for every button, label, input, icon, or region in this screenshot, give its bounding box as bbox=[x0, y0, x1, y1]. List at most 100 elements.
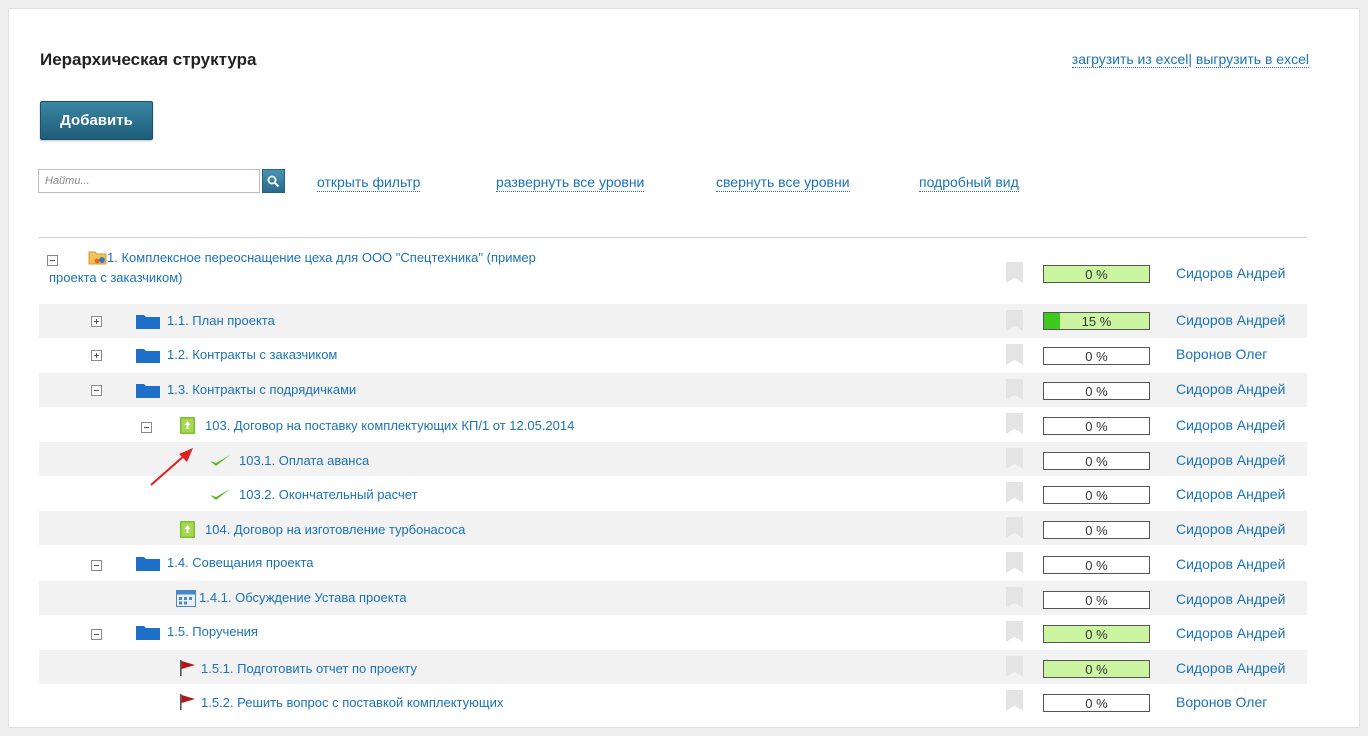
owner-link[interactable]: Воронов Олег bbox=[1176, 346, 1267, 362]
load-from-excel-link[interactable]: загрузить из excel bbox=[1071, 51, 1189, 68]
tree-row-label[interactable]: 1.3. Контракты с подрядичками bbox=[167, 381, 356, 398]
tree-row-label[interactable]: 1. Комплексное переоснащение цеха для ОО… bbox=[107, 249, 536, 266]
bookmark-icon[interactable] bbox=[1006, 262, 1023, 283]
search-box bbox=[38, 169, 285, 195]
tree-row[interactable]: 1.5. Поручения 0 % Сидоров Андрей bbox=[39, 615, 1307, 649]
owner-link[interactable]: Сидоров Андрей bbox=[1176, 591, 1285, 607]
collapse-toggle[interactable] bbox=[47, 255, 58, 266]
tree-row[interactable]: 1.3. Контракты с подрядичками 0 % Сидоро… bbox=[39, 373, 1307, 407]
tree-row-label[interactable]: 1.4. Совещания проекта bbox=[167, 554, 314, 571]
link-separator: | bbox=[1188, 51, 1193, 67]
progress-bar: 0 % bbox=[1043, 486, 1150, 504]
search-button[interactable] bbox=[262, 169, 285, 193]
tree-row[interactable]: 103.2. Окончательный расчет 0 % Сидоров … bbox=[39, 476, 1307, 510]
flag-icon bbox=[180, 694, 195, 710]
collapse-toggle[interactable] bbox=[91, 385, 102, 396]
tree-row[interactable]: 1. Комплексное переоснащение цеха для ОО… bbox=[39, 241, 1307, 299]
collapse-toggle[interactable] bbox=[141, 422, 152, 433]
owner-link[interactable]: Сидоров Андрей bbox=[1176, 312, 1285, 328]
tree-row-label[interactable]: 103. Договор на поставку комплектующих К… bbox=[205, 417, 574, 434]
tree-row-label[interactable]: 1.4.1. Обсуждение Устава проекта bbox=[199, 589, 407, 606]
owner-link[interactable]: Сидоров Андрей bbox=[1176, 556, 1285, 572]
owner-link[interactable]: Сидоров Андрей bbox=[1176, 265, 1285, 281]
progress-text: 0 % bbox=[1085, 523, 1108, 538]
progress-bar: 0 % bbox=[1043, 660, 1150, 678]
tree-row-label[interactable]: 103.2. Окончательный расчет bbox=[239, 486, 418, 503]
bookmark-icon[interactable] bbox=[1006, 656, 1023, 677]
folder-icon bbox=[136, 384, 160, 398]
progress-bar: 0 % bbox=[1043, 382, 1150, 400]
bookmark-icon[interactable] bbox=[1006, 448, 1023, 469]
folder-icon bbox=[136, 626, 160, 640]
progress-text: 0 % bbox=[1085, 627, 1108, 642]
expand-toggle[interactable] bbox=[91, 316, 102, 327]
progress-bar: 15 % bbox=[1043, 312, 1150, 330]
progress-bar: 0 % bbox=[1043, 625, 1150, 643]
tree-row[interactable]: 1.5.2. Решить вопрос с поставкой комплек… bbox=[39, 684, 1307, 718]
bookmark-icon[interactable] bbox=[1006, 344, 1023, 365]
annotation-arrow-icon bbox=[150, 448, 193, 486]
owner-link[interactable]: Сидоров Андрей bbox=[1176, 625, 1285, 641]
progress-bar: 0 % bbox=[1043, 265, 1150, 283]
progress-text: 0 % bbox=[1085, 488, 1108, 503]
tree-row-label-continued[interactable]: проекта с заказчиком) bbox=[49, 269, 182, 286]
flag-icon bbox=[180, 660, 195, 676]
tree-row[interactable]: 1.4.1. Обсуждение Устава проекта 0 % Сид… bbox=[39, 581, 1307, 615]
progress-text: 0 % bbox=[1085, 454, 1108, 469]
progress-bar: 0 % bbox=[1043, 591, 1150, 609]
bookmark-icon[interactable] bbox=[1006, 517, 1023, 538]
contract-icon bbox=[180, 521, 195, 538]
bookmark-icon[interactable] bbox=[1006, 621, 1023, 642]
owner-link[interactable]: Сидоров Андрей bbox=[1176, 486, 1285, 502]
search-input[interactable] bbox=[38, 169, 260, 193]
tree-row-label[interactable]: 104. Договор на изготовление турбонасоса bbox=[205, 521, 465, 538]
progress-text: 15 % bbox=[1081, 314, 1112, 329]
bookmark-icon[interactable] bbox=[1006, 587, 1023, 608]
tree-row-label[interactable]: 1.5.1. Подготовить отчет по проекту bbox=[201, 660, 417, 677]
tree-row[interactable]: 103.1. Оплата аванса 0 % Сидоров Андрей bbox=[39, 442, 1307, 476]
collapse-toggle[interactable] bbox=[91, 560, 102, 571]
progress-text: 0 % bbox=[1085, 662, 1108, 677]
owner-link[interactable]: Сидоров Андрей bbox=[1176, 452, 1285, 468]
progress-text: 0 % bbox=[1085, 593, 1108, 608]
owner-link[interactable]: Сидоров Андрей bbox=[1176, 521, 1285, 537]
tree-row[interactable]: 103. Договор на поставку комплектующих К… bbox=[39, 407, 1307, 441]
tree-row[interactable]: 1.2. Контракты с заказчиком 0 % Воронов … bbox=[39, 338, 1307, 372]
tree-row-label[interactable]: 1.5. Поручения bbox=[167, 623, 258, 640]
add-button[interactable]: Добавить bbox=[40, 101, 153, 140]
owner-link[interactable]: Сидоров Андрей bbox=[1176, 660, 1285, 676]
folder-icon bbox=[136, 315, 160, 329]
progress-text: 0 % bbox=[1085, 349, 1108, 364]
tree-row[interactable]: 104. Договор на изготовление турбонасоса… bbox=[39, 511, 1307, 545]
owner-link[interactable]: Сидоров Андрей bbox=[1176, 381, 1285, 397]
bookmark-icon[interactable] bbox=[1006, 482, 1023, 503]
progress-text: 0 % bbox=[1085, 419, 1108, 434]
bookmark-icon[interactable] bbox=[1006, 690, 1023, 711]
export-to-excel-link[interactable]: выгрузить в excel bbox=[1195, 51, 1309, 68]
owner-link[interactable]: Сидоров Андрей bbox=[1176, 417, 1285, 433]
owner-link[interactable]: Воронов Олег bbox=[1176, 694, 1267, 710]
collapse-toggle[interactable] bbox=[91, 629, 102, 640]
expand-toggle[interactable] bbox=[91, 350, 102, 361]
excel-links: загрузить из excel| выгрузить в excel bbox=[1071, 51, 1309, 68]
tree-row-label[interactable]: 103.1. Оплата аванса bbox=[239, 452, 369, 469]
page-title: Иерархическая структура bbox=[40, 50, 257, 69]
tree-row-label[interactable]: 1.2. Контракты с заказчиком bbox=[167, 346, 337, 363]
open-filter-link[interactable]: открыть фильтр bbox=[317, 174, 421, 192]
tree-row-label[interactable]: 1.1. План проекта bbox=[167, 312, 275, 329]
tree-row-label[interactable]: 1.5.2. Решить вопрос с поставкой комплек… bbox=[201, 694, 503, 711]
tree-row[interactable]: 1.5.1. Подготовить отчет по проекту 0 % … bbox=[39, 650, 1307, 684]
progress-bar: 0 % bbox=[1043, 521, 1150, 539]
tree-row[interactable]: 1.4. Совещания проекта 0 % Сидоров Андре… bbox=[39, 546, 1307, 580]
folder-icon bbox=[136, 349, 160, 363]
bookmark-icon[interactable] bbox=[1006, 413, 1023, 434]
hierarchy-panel: Иерархическая структура загрузить из exc… bbox=[8, 8, 1360, 728]
detailed-view-link[interactable]: подробный вид bbox=[919, 174, 1019, 192]
bookmark-icon[interactable] bbox=[1006, 552, 1023, 573]
progress-bar: 0 % bbox=[1043, 556, 1150, 574]
tree-row[interactable]: 1.1. План проекта 15 % Сидоров Андрей bbox=[39, 304, 1307, 338]
collapse-all-link[interactable]: свернуть все уровни bbox=[716, 174, 850, 192]
expand-all-link[interactable]: развернуть все уровни bbox=[496, 174, 645, 192]
bookmark-icon[interactable] bbox=[1006, 379, 1023, 400]
bookmark-icon[interactable] bbox=[1006, 310, 1023, 331]
